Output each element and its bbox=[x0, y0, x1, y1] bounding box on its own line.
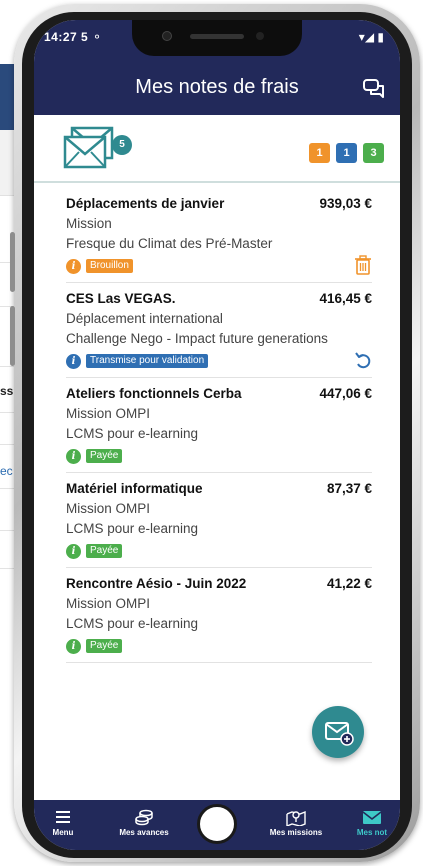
status-bar-right-icons: ▾◢ ▮ bbox=[358, 30, 384, 44]
list-item[interactable]: CES Las VEGAS. 416,45 € Déplacement inte… bbox=[66, 283, 372, 378]
phone-volume-button bbox=[10, 232, 15, 292]
speaker-grille bbox=[190, 34, 244, 39]
summary-bar: 5 1 1 3 bbox=[34, 115, 400, 183]
nav-label: Mes avances bbox=[119, 828, 169, 837]
map-pin-icon bbox=[286, 810, 306, 826]
list-item[interactable]: Déplacements de janvier 939,03 € Mission… bbox=[66, 188, 372, 283]
note-title: Déplacements de janvier bbox=[66, 196, 225, 211]
phone-screen: 14:27 5 ⚬ ▾◢ ▮ Mes notes de frais 5 1 1 … bbox=[34, 20, 400, 850]
note-amount: 939,03 € bbox=[319, 196, 372, 211]
chat-bubbles-icon[interactable] bbox=[362, 78, 386, 100]
status-badge: Payée bbox=[86, 639, 123, 653]
envelope-icon bbox=[362, 811, 382, 824]
list-item[interactable]: Matériel informatique 87,37 € Mission OM… bbox=[66, 473, 372, 568]
list-item[interactable]: Ateliers fonctionnels Cerba 447,06 € Mis… bbox=[66, 378, 372, 473]
page-title: Mes notes de frais bbox=[135, 76, 299, 98]
note-type: Mission OMPI bbox=[66, 596, 151, 611]
status-badge: Payée bbox=[86, 544, 123, 558]
hamburger-icon bbox=[56, 811, 70, 823]
coins-icon bbox=[135, 809, 153, 826]
screenshot-stage: ssi ec 14:27 5 ⚬ ▾◢ ▮ Mes notes de frais bbox=[0, 0, 423, 866]
nav-label: Menu bbox=[52, 828, 74, 837]
note-type: Mission OMPI bbox=[66, 406, 151, 421]
note-amount: 41,22 € bbox=[326, 576, 372, 591]
note-mission: LCMS pour e-learning bbox=[66, 616, 199, 631]
sensor-icon bbox=[256, 32, 264, 40]
status-notification-icons: 5 ⚬ bbox=[81, 30, 103, 44]
status-time: 14:27 bbox=[44, 30, 78, 44]
phone-notch bbox=[132, 20, 302, 56]
note-type: Mission OMPI bbox=[66, 501, 151, 516]
note-amount: 87,37 € bbox=[326, 481, 372, 496]
front-camera-icon bbox=[162, 31, 172, 41]
undo-icon[interactable] bbox=[354, 350, 372, 370]
info-icon: i bbox=[66, 543, 81, 559]
app-header: 14:27 5 ⚬ ▾◢ ▮ Mes notes de frais bbox=[34, 20, 400, 115]
background-link-fragment: ec bbox=[0, 464, 13, 478]
info-icon: i bbox=[66, 353, 81, 369]
note-title: Matériel informatique bbox=[66, 481, 203, 496]
note-mission: Fresque du Climat des Pré-Master bbox=[66, 236, 273, 251]
nav-menu[interactable]: Menu bbox=[40, 800, 86, 850]
status-bar-left: 14:27 5 ⚬ bbox=[44, 30, 103, 44]
nav-missions[interactable]: Mes missions bbox=[260, 800, 332, 850]
note-mission: LCMS pour e-learning bbox=[66, 426, 199, 441]
note-status: i Payée bbox=[66, 543, 123, 559]
note-title: Ateliers fonctionnels Cerba bbox=[66, 386, 242, 401]
note-status: i Brouillon bbox=[66, 258, 133, 274]
status-counters: 1 1 3 bbox=[309, 143, 384, 163]
status-badge: Brouillon bbox=[86, 259, 133, 273]
info-icon: i bbox=[66, 638, 81, 654]
nav-my-notes[interactable]: Mes not bbox=[344, 800, 400, 850]
home-button[interactable] bbox=[197, 804, 237, 844]
note-mission: LCMS pour e-learning bbox=[66, 521, 199, 536]
submitted-counter[interactable]: 1 bbox=[336, 143, 357, 163]
expense-note-list: Déplacements de janvier 939,03 € Mission… bbox=[66, 188, 372, 663]
note-status: i Payée bbox=[66, 638, 123, 654]
note-amount: 447,06 € bbox=[319, 386, 372, 401]
unread-count-badge: 5 bbox=[112, 135, 132, 155]
status-badge: Payée bbox=[86, 449, 123, 463]
note-title: Rencontre Aésio - Juin 2022 bbox=[66, 576, 247, 591]
note-title: CES Las VEGAS. bbox=[66, 291, 176, 306]
info-icon: i bbox=[66, 448, 81, 464]
draft-counter[interactable]: 1 bbox=[309, 143, 330, 163]
note-status: i Payée bbox=[66, 448, 123, 464]
note-type: Mission bbox=[66, 216, 112, 231]
note-type: Déplacement international bbox=[66, 311, 223, 326]
nav-label: Mes missions bbox=[269, 828, 323, 837]
status-badge: Transmise pour validation bbox=[86, 354, 209, 368]
nav-label: Mes not bbox=[356, 828, 388, 837]
info-icon: i bbox=[66, 258, 81, 274]
paid-counter[interactable]: 3 bbox=[363, 143, 384, 163]
note-mission: Challenge Nego - Impact future generatio… bbox=[66, 331, 328, 346]
list-item[interactable]: Rencontre Aésio - Juin 2022 41,22 € Miss… bbox=[66, 568, 372, 663]
note-amount: 416,45 € bbox=[319, 291, 372, 306]
nav-advances[interactable]: Mes avances bbox=[104, 800, 184, 850]
phone-volume-button bbox=[10, 306, 15, 366]
trash-icon[interactable] bbox=[354, 255, 372, 275]
new-mail-plus-icon bbox=[325, 722, 354, 746]
new-note-button[interactable] bbox=[312, 706, 364, 758]
note-status: i Transmise pour validation bbox=[66, 353, 209, 369]
